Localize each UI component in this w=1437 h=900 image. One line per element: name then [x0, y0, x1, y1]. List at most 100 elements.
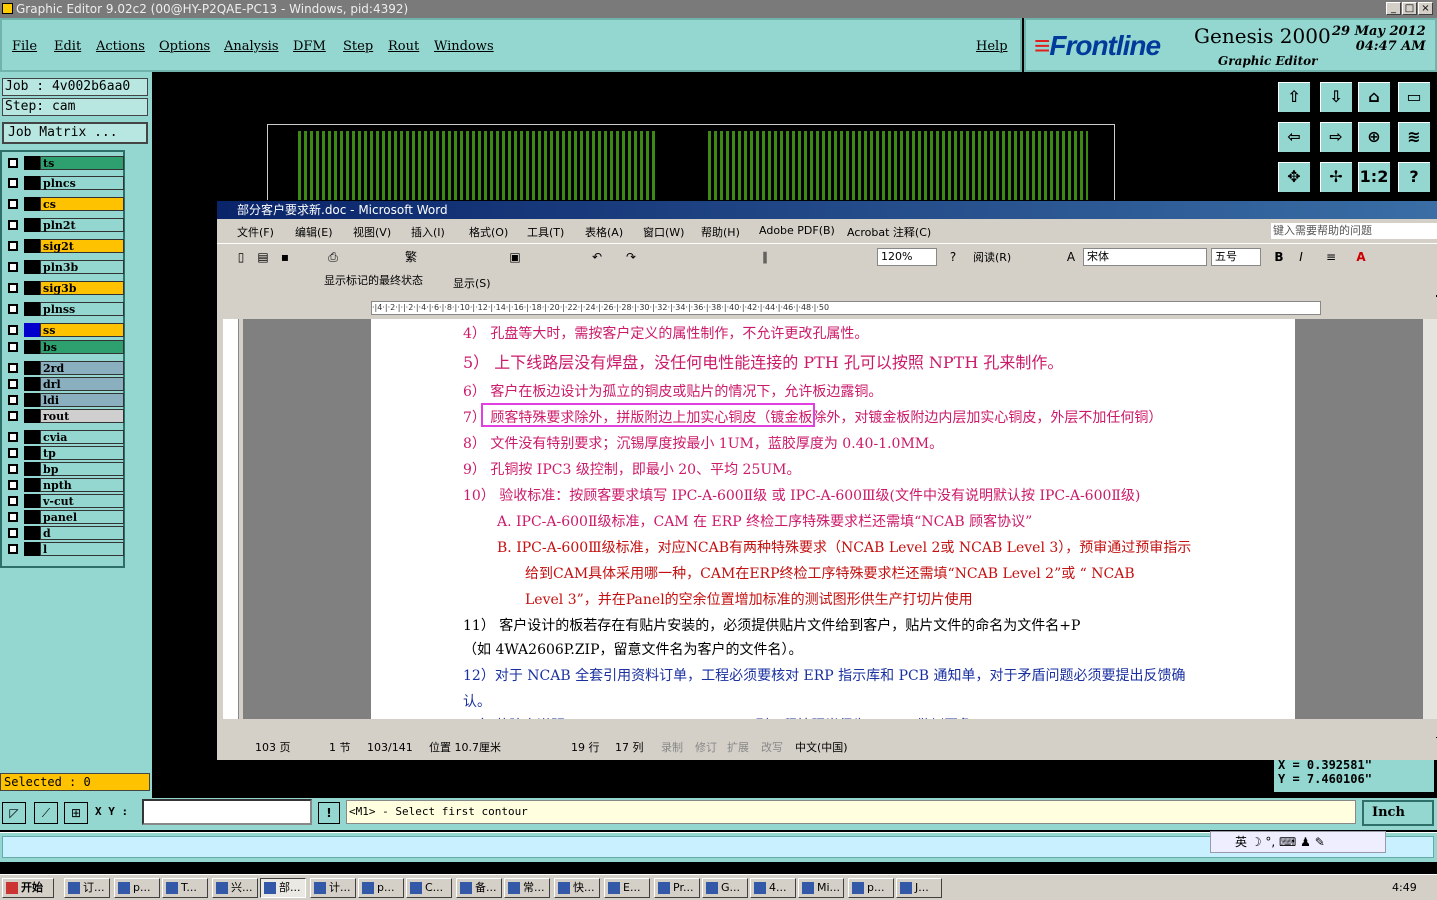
- taskbar-item[interactable]: G...: [702, 878, 748, 898]
- layer-checkbox[interactable]: [8, 220, 18, 230]
- layer-name[interactable]: rout: [40, 409, 124, 423]
- layer-checkbox[interactable]: [8, 178, 18, 188]
- styles-icon[interactable]: A: [1063, 249, 1079, 265]
- layer-row-d[interactable]: d: [4, 526, 124, 540]
- maximize-button[interactable]: □: [1402, 2, 1417, 15]
- layer-row-bp[interactable]: bp: [4, 462, 124, 476]
- taskbar-item[interactable]: p...: [848, 878, 894, 898]
- layer-checkbox[interactable]: [8, 158, 18, 168]
- open-icon[interactable]: ▤: [255, 249, 271, 265]
- layer-name[interactable]: npth: [40, 478, 124, 492]
- layer-row-v-cut[interactable]: v-cut: [4, 494, 124, 508]
- layer-row-ss[interactable]: ss: [4, 323, 124, 337]
- taskbar-item[interactable]: 4...: [750, 878, 796, 898]
- font-combo[interactable]: 宋体: [1083, 248, 1207, 266]
- layer-checkbox[interactable]: [8, 528, 18, 538]
- layer-row-ldi[interactable]: ldi: [4, 393, 124, 407]
- word-menu-item[interactable]: 编辑(E): [295, 224, 333, 240]
- layer-name[interactable]: v-cut: [40, 494, 124, 508]
- layer-name[interactable]: bs: [40, 340, 124, 354]
- taskbar-item[interactable]: 计...: [310, 878, 356, 898]
- markup-combo[interactable]: 显示标记的最终状态: [321, 273, 445, 291]
- pan-down-icon[interactable]: ⇩: [1318, 80, 1354, 114]
- status-ext[interactable]: 扩展: [727, 738, 749, 758]
- warning-icon[interactable]: !: [318, 802, 340, 824]
- layer-checkbox[interactable]: [8, 262, 18, 272]
- show-button[interactable]: 显示(S): [453, 275, 491, 291]
- layer-name[interactable]: ldi: [40, 393, 124, 407]
- paste-icon[interactable]: ▣: [507, 249, 523, 265]
- layer-name[interactable]: cvia: [40, 430, 124, 444]
- menu-windows[interactable]: Windows: [434, 39, 494, 54]
- zoom-home-icon[interactable]: ⇧: [1276, 80, 1312, 114]
- layer-checkbox[interactable]: [8, 512, 18, 522]
- pan-right-icon[interactable]: ⇨: [1318, 120, 1354, 154]
- menu-actions[interactable]: Actions: [96, 39, 145, 54]
- read-button[interactable]: 阅读(R): [973, 249, 1011, 265]
- taskbar-item[interactable]: E...: [604, 878, 650, 898]
- layer-row-pln3b[interactable]: pln3b: [4, 260, 124, 274]
- measure-icon[interactable]: ⟋: [34, 802, 58, 824]
- grid-icon[interactable]: ⊞: [64, 802, 88, 824]
- bold-icon[interactable]: B: [1271, 249, 1287, 265]
- close-button[interactable]: ×: [1418, 2, 1433, 15]
- vertical-scrollbar[interactable]: [1423, 319, 1437, 719]
- layer-name[interactable]: bp: [40, 462, 124, 476]
- layer-checkbox[interactable]: [8, 395, 18, 405]
- taskbar-item[interactable]: 兴...: [212, 878, 258, 898]
- word-menu-item[interactable]: 帮助(H): [701, 224, 740, 240]
- layer-name[interactable]: cs: [40, 197, 124, 211]
- layer-name[interactable]: plnss: [40, 302, 124, 316]
- word-menu-item[interactable]: Adobe PDF(B): [759, 224, 835, 237]
- layer-row-pln2t[interactable]: pln2t: [4, 218, 124, 232]
- size-combo[interactable]: 五号: [1211, 248, 1261, 266]
- status-ovr[interactable]: 改写: [761, 738, 783, 758]
- help-search-input[interactable]: 键入需要帮助的问题: [1271, 223, 1437, 239]
- layer-checkbox[interactable]: [8, 432, 18, 442]
- save-icon[interactable]: ▪: [277, 249, 293, 265]
- taskbar-item[interactable]: Pr...: [654, 878, 700, 898]
- view-buttons-scrollbar[interactable]: [217, 719, 1437, 737]
- layer-row-cs[interactable]: cs: [4, 197, 124, 211]
- word-menu-item[interactable]: Acrobat 注释(C): [847, 224, 931, 240]
- pcb-canvas[interactable]: [267, 124, 1115, 202]
- layer-name[interactable]: d: [40, 526, 124, 540]
- taskbar-item[interactable]: 订...: [64, 878, 110, 898]
- layer-checkbox[interactable]: [8, 411, 18, 421]
- layer-checkbox[interactable]: [8, 464, 18, 474]
- layer-checkbox[interactable]: [8, 199, 18, 209]
- taskbar-item[interactable]: 快...: [554, 878, 600, 898]
- menu-file[interactable]: File: [12, 39, 37, 54]
- layer-row-l[interactable]: l: [4, 542, 124, 556]
- new-icon[interactable]: ▯: [233, 249, 249, 265]
- redo-icon[interactable]: ↷: [623, 249, 639, 265]
- layer-name[interactable]: 2rd: [40, 361, 124, 375]
- layer-row-cvia[interactable]: cvia: [4, 430, 124, 444]
- menu-help[interactable]: Help: [976, 39, 1008, 54]
- layer-name[interactable]: plncs: [40, 176, 124, 190]
- layer-checkbox[interactable]: [8, 496, 18, 506]
- menu-options[interactable]: Options: [159, 39, 210, 54]
- layer-checkbox[interactable]: [8, 480, 18, 490]
- italic-icon[interactable]: I: [1293, 249, 1309, 265]
- word-menu-item[interactable]: 格式(O): [469, 224, 508, 240]
- word-menu-item[interactable]: 工具(T): [527, 224, 564, 240]
- columns-icon[interactable]: ∥: [757, 249, 773, 265]
- layer-name[interactable]: tp: [40, 446, 124, 460]
- layer-checkbox[interactable]: [8, 544, 18, 554]
- fit-icon[interactable]: ✥: [1276, 160, 1312, 194]
- taskbar-item[interactable]: C...: [406, 878, 452, 898]
- snap-icon[interactable]: ◸: [2, 802, 26, 824]
- units-selector[interactable]: Inch: [1362, 800, 1434, 826]
- layer-name[interactable]: pln3b: [40, 260, 124, 274]
- layer-name[interactable]: sig2t: [40, 239, 124, 253]
- layer-checkbox[interactable]: [8, 448, 18, 458]
- document-area[interactable]: 4） 孔盘等大时，需按客户定义的属性制作，不允许更改孔属性。 5） 上下线路层没有…: [243, 319, 1423, 719]
- help-icon-word[interactable]: ?: [945, 249, 961, 265]
- job-matrix-button[interactable]: Job Matrix ...: [2, 122, 148, 144]
- undo-icon[interactable]: ↶: [589, 249, 605, 265]
- menu-edit[interactable]: Edit: [54, 39, 81, 54]
- print-icon[interactable]: ⎙: [325, 249, 341, 265]
- layer-row-tp[interactable]: tp: [4, 446, 124, 460]
- menu-analysis[interactable]: Analysis: [224, 39, 279, 54]
